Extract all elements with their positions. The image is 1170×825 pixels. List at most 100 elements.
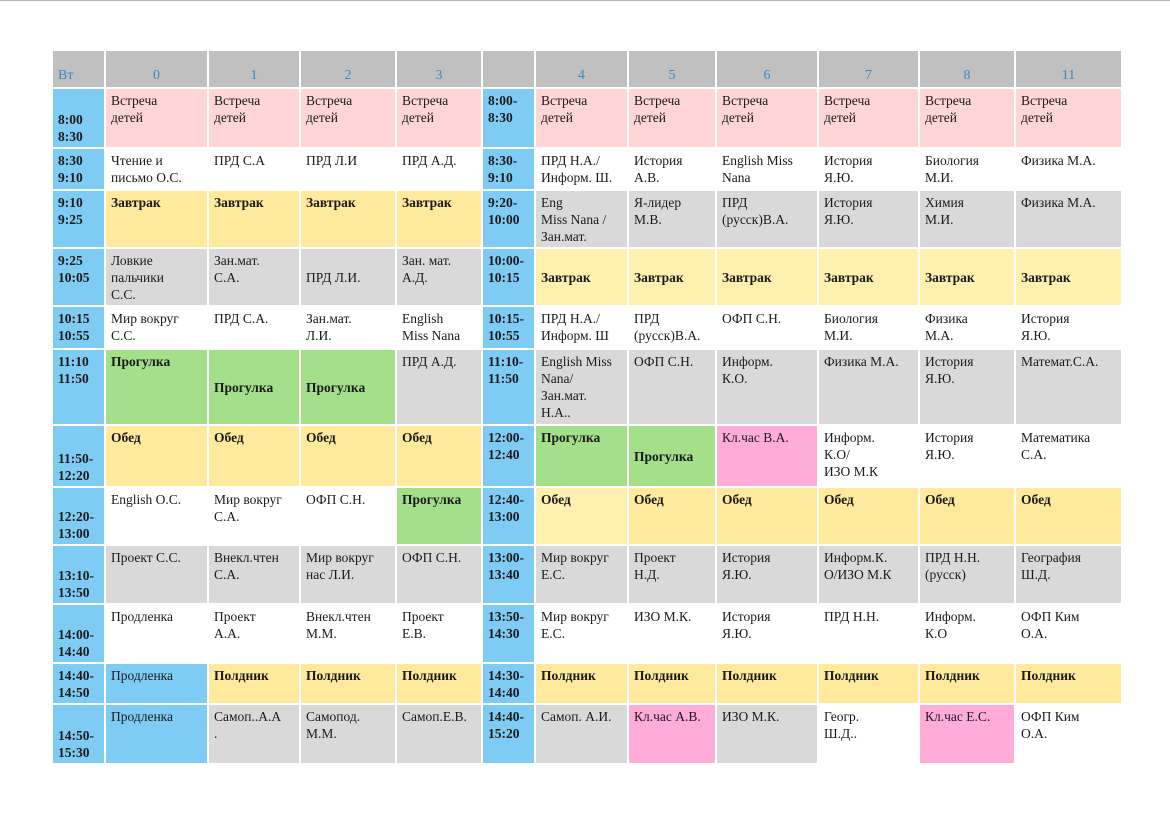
column-header: 4 — [534, 49, 629, 89]
lesson-cell: Мир вокруг нас Л.И. — [299, 544, 397, 605]
column-header: 6 — [715, 49, 819, 89]
lesson-cell: ИЗО М.К. — [627, 603, 717, 664]
lesson-cell: Обед — [1014, 486, 1123, 546]
lesson-cell: Я-лидер М.В. — [627, 189, 717, 249]
lesson-cell: Завтрак — [534, 247, 629, 307]
table-row: 8:30 9:10 Чтение и письмо О.С. ПРД С.А ПРД… — [51, 147, 1123, 191]
time-cell: 12:40- 13:00 — [481, 486, 536, 546]
column-header: 0 — [104, 49, 209, 89]
lesson-cell: Завтрак — [395, 189, 483, 249]
column-header: 1 — [207, 49, 301, 89]
lesson-cell: Полдник — [395, 662, 483, 705]
lesson-cell: ПРД С.А — [207, 147, 301, 191]
lesson-cell: Самоп.Е.В. — [395, 703, 483, 765]
lesson-cell: Полдник — [817, 662, 920, 705]
lesson-cell: Проект С.С. — [104, 544, 209, 605]
lesson-cell: Физика М.А. — [1014, 147, 1123, 191]
lesson-cell: Самопод. М.М. — [299, 703, 397, 765]
column-header: 8 — [918, 49, 1016, 89]
lesson-cell: Полдник — [918, 662, 1016, 705]
lesson-cell: Ловкие пальчики С.С. — [104, 247, 209, 307]
lesson-cell: Биология М.И. — [817, 305, 920, 350]
lesson-cell: English Miss Nana — [395, 305, 483, 350]
time-cell: 10:15- 10:55 — [481, 305, 536, 350]
time-cell: 12:20- 13:00 — [51, 486, 106, 546]
time-cell: 10:00- 10:15 — [481, 247, 536, 307]
lesson-cell: Мир вокруг Е.С. — [534, 603, 629, 664]
lesson-cell: ОФП С.Н. — [715, 305, 819, 350]
lesson-cell: Обед — [918, 486, 1016, 546]
time-cell: 11:10- 11:50 — [481, 348, 536, 426]
lesson-cell: ПРД Н.Н. — [817, 603, 920, 664]
lesson-cell: Кл.час А.В. — [627, 703, 717, 765]
schedule-table: Вт 0 1 2 3 4 5 6 7 8 11 8:00 8:30 Встреча… — [51, 49, 1123, 765]
lesson-cell: Завтрак — [627, 247, 717, 307]
lesson-cell: Завтрак — [715, 247, 819, 307]
lesson-cell: Встреча детей — [534, 87, 629, 149]
lesson-cell: ОФП С.Н. — [299, 486, 397, 546]
lesson-cell: Информ.К.О/ИЗО М.К — [817, 544, 920, 605]
lesson-cell: Встреча детей — [627, 87, 717, 149]
lesson-cell: Встреча детей — [104, 87, 209, 149]
lesson-cell: Информ.К.О/ИЗО М.К — [817, 424, 920, 488]
table-row: 12:20- 13:00 English О.С. Мир вокруг С.А. … — [51, 486, 1123, 546]
lesson-cell: ОФП Ким О.А. — [1014, 703, 1123, 765]
time-cell: 11:50- 12:20 — [51, 424, 106, 488]
lesson-cell: Кл.час В.А. — [715, 424, 819, 488]
time-cell: 8:30 9:10 — [51, 147, 106, 191]
lesson-cell: Прогулка — [627, 424, 717, 488]
table-row: 9:25 10:05 Ловкие пальчики С.С. Зан.мат. С.А… — [51, 247, 1123, 307]
lesson-cell: Прогулка — [207, 348, 301, 426]
lesson-cell: Прогулка — [104, 348, 209, 426]
lesson-cell: ПРД (русск)В.А. — [715, 189, 819, 249]
lesson-cell: Обед — [299, 424, 397, 488]
lesson-cell: Кл.час Е.С. — [918, 703, 1016, 765]
lesson-cell: Обед — [104, 424, 209, 488]
lesson-cell: ОФП Ким О.А. — [1014, 603, 1123, 664]
time-cell: 14:40- 14:50 — [51, 662, 106, 705]
lesson-cell: Математ.С.А. — [1014, 348, 1123, 426]
lesson-cell: ПРД (русск)В.А. — [627, 305, 717, 350]
lesson-cell: ПРД Н.А./Информ. Ш — [534, 305, 629, 350]
time-cell: 13:00- 13:40 — [481, 544, 536, 605]
lesson-cell: История Я.Ю. — [918, 348, 1016, 426]
lesson-cell: Встреча детей — [918, 87, 1016, 149]
lesson-cell: ИЗО М.К. — [715, 703, 819, 765]
lesson-cell: Встреча детей — [299, 87, 397, 149]
lesson-cell: Завтрак — [299, 189, 397, 249]
lesson-cell: Зан. мат. А.Д. — [395, 247, 483, 307]
lesson-cell: Обед — [395, 424, 483, 488]
column-header: 7 — [817, 49, 920, 89]
table-row: 8:00 8:30 Встреча детей Встреча детей Встре… — [51, 87, 1123, 149]
lesson-cell: Обед — [817, 486, 920, 546]
lesson-cell: Самоп..А.А. — [207, 703, 301, 765]
lesson-cell: Проект Н.Д. — [627, 544, 717, 605]
lesson-cell: Встреча детей — [715, 87, 819, 149]
lesson-cell: Встреча детей — [395, 87, 483, 149]
time-cell: 14:00- 14:40 — [51, 603, 106, 664]
lesson-cell: Внекл.чтен М.М. — [299, 603, 397, 664]
time-cell: 9:10 9:25 — [51, 189, 106, 249]
lesson-cell: Прогулка — [534, 424, 629, 488]
lesson-cell: Геогр. Ш.Д.. — [817, 703, 920, 765]
lesson-cell: История Я.Ю. — [817, 189, 920, 249]
lesson-cell: Завтрак — [104, 189, 209, 249]
day-label: Вт — [51, 49, 106, 89]
lesson-cell: Проект Е.В. — [395, 603, 483, 664]
lesson-cell: Полдник — [299, 662, 397, 705]
lesson-cell: Зан.мат. С.А. — [207, 247, 301, 307]
lesson-cell: Встреча детей — [817, 87, 920, 149]
lesson-cell: English О.С. — [104, 486, 209, 546]
lesson-cell: Внекл.чтен С.А. — [207, 544, 301, 605]
column-header: 11 — [1014, 49, 1123, 89]
lesson-cell: Полдник — [627, 662, 717, 705]
lesson-cell: Обед — [715, 486, 819, 546]
lesson-cell: Мир вокруг Е.С. — [534, 544, 629, 605]
lesson-cell: Обед — [627, 486, 717, 546]
lesson-cell: Физика М.А. — [1014, 189, 1123, 249]
column-header: 2 — [299, 49, 397, 89]
lesson-cell: История Я.Ю. — [715, 544, 819, 605]
time-cell: 8:00 8:30 — [51, 87, 106, 149]
lesson-cell: История Я.Ю. — [817, 147, 920, 191]
lesson-cell: История Я.Ю. — [1014, 305, 1123, 350]
